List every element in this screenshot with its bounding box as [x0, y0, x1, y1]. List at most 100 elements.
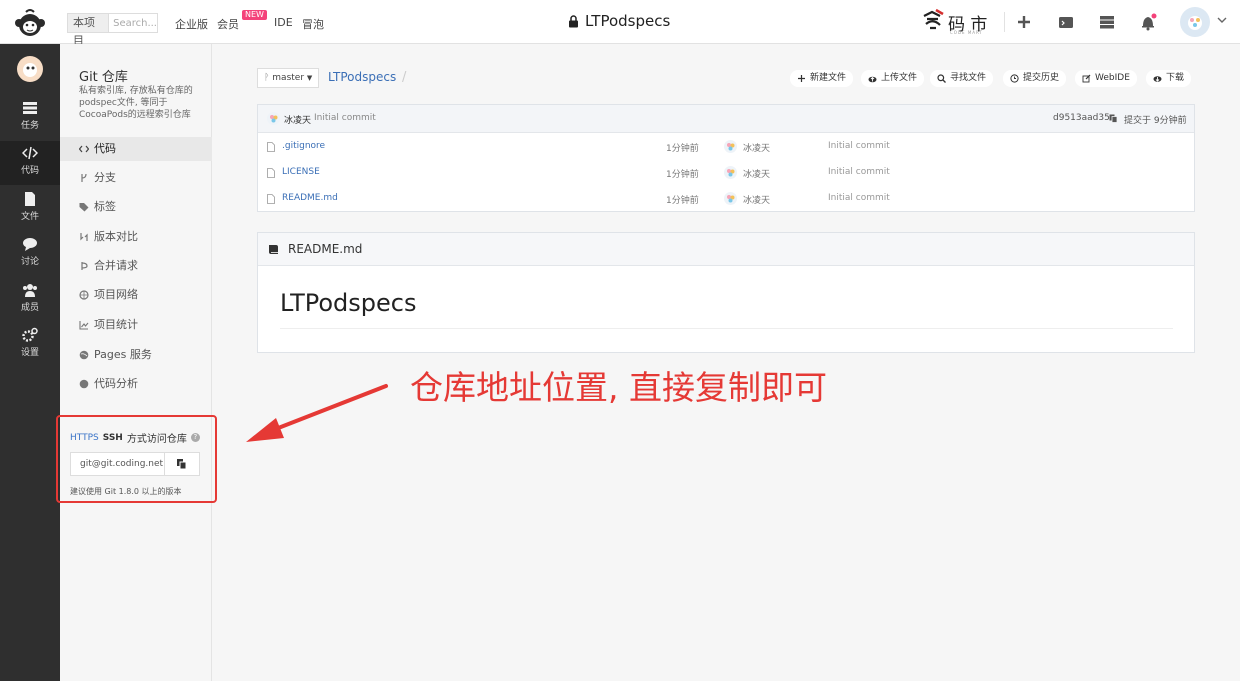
- nav-bubble[interactable]: 冒泡: [302, 16, 324, 32]
- table-row[interactable]: .gitignore 1分钟前 冰凌天 Initial commit: [258, 134, 1194, 160]
- commit-author[interactable]: 冰凌天: [284, 113, 311, 126]
- copy-url-button[interactable]: [165, 452, 200, 476]
- webide-button[interactable]: WebIDE: [1075, 70, 1137, 87]
- file-icon: [267, 168, 275, 178]
- project-avatar[interactable]: [17, 56, 43, 82]
- rail-item-label: 任务: [20, 121, 39, 131]
- codemart-logo[interactable]: 码 市 CODE MART: [922, 8, 994, 36]
- file-modified: 1分钟前: [666, 196, 699, 206]
- download-button[interactable]: 下载: [1146, 70, 1192, 87]
- avatar-image-icon: [1188, 16, 1202, 30]
- avatar-image-icon: [727, 195, 735, 203]
- server-icon[interactable]: [1097, 12, 1117, 32]
- chat-icon: [23, 238, 37, 251]
- commit-author-avatar[interactable]: [267, 112, 280, 125]
- top-bar: 本项目 Search... 企业版 会员 NEW IDE 冒泡 LTPodspe…: [0, 0, 1240, 47]
- search-icon: [937, 74, 946, 83]
- sidenav-item-branch[interactable]: 分支: [60, 166, 212, 190]
- code-icon: [79, 145, 89, 153]
- left-rail: 任务 代码 文件 讨论 成员 设置: [0, 44, 60, 681]
- file-author-avatar[interactable]: [724, 140, 737, 153]
- rail-item-tasks[interactable]: 任务: [0, 96, 60, 140]
- clone-url-input[interactable]: git@git.coding.net: [70, 452, 165, 476]
- file-author[interactable]: 冰凌天: [743, 141, 770, 154]
- sidenav-item-label: 项目统计: [94, 318, 138, 331]
- sidenav-item-pages[interactable]: Pages 服务: [60, 343, 212, 367]
- sidenav-item-label: Pages 服务: [94, 348, 152, 361]
- merge-request-icon: [81, 262, 88, 270]
- help-icon[interactable]: ?: [190, 433, 200, 442]
- file-author[interactable]: 冰凌天: [743, 193, 770, 206]
- rail-item-files[interactable]: 文件: [0, 187, 60, 231]
- find-file-button[interactable]: 寻找文件: [930, 70, 994, 87]
- sidenav-item-analysis[interactable]: 代码分析: [60, 372, 212, 396]
- project-search-input[interactable]: Search...: [109, 18, 157, 29]
- rail-item-members[interactable]: 成员: [0, 278, 60, 322]
- project-search-label: 本项目: [68, 14, 110, 47]
- file-icon: [267, 194, 275, 204]
- terminal-icon[interactable]: [1056, 12, 1076, 32]
- branch-name: master: [272, 73, 305, 83]
- analysis-icon: [79, 379, 89, 389]
- git-version-note: 建议使用 Git 1.8.0 以上的版本: [70, 487, 182, 496]
- sidenav-description: 私有索引库, 存放私有仓库的podspec文件, 等同于CocoaPods的远程…: [79, 86, 193, 120]
- last-commit-bar: 冰凌天 Initial commit d9513aad35 提交于 9分钟前: [258, 105, 1194, 133]
- readme-divider: [280, 328, 1173, 329]
- sidenav-item-label: 项目网络: [94, 288, 138, 301]
- new-file-label: 新建文件: [810, 73, 847, 83]
- branch-selector[interactable]: ᚹ master ▼: [257, 68, 319, 88]
- bell-icon[interactable]: [1138, 12, 1158, 32]
- network-icon: [79, 290, 89, 300]
- caret-down-icon: ▼: [306, 74, 313, 82]
- file-commit-message[interactable]: Initial commit: [828, 193, 890, 203]
- rail-item-settings[interactable]: 设置: [0, 323, 60, 367]
- sidenav-item-network[interactable]: 项目网络: [60, 283, 212, 307]
- commit-hash[interactable]: d9513aad35: [1053, 113, 1110, 123]
- sidenav-item-compare[interactable]: 版本对比: [60, 225, 212, 249]
- file-author[interactable]: 冰凌天: [743, 167, 770, 180]
- clone-tab-https[interactable]: HTTPS: [70, 433, 99, 443]
- project-search[interactable]: 本项目 Search...: [67, 13, 158, 47]
- page-title-text: LTPodspecs: [585, 12, 671, 30]
- file-name[interactable]: README.md: [282, 193, 338, 203]
- code-icon: [22, 146, 38, 160]
- readme-heading: LTPodspecs: [280, 289, 417, 317]
- user-avatar[interactable]: [1180, 7, 1210, 37]
- commit-message[interactable]: Initial commit: [314, 113, 376, 123]
- upload-file-button[interactable]: 上传文件: [861, 70, 925, 87]
- copy-icon[interactable]: [1109, 114, 1118, 123]
- repo-sidenav: Git 仓库 私有索引库, 存放私有仓库的podspec文件, 等同于Cocoa…: [60, 44, 212, 681]
- table-row[interactable]: README.md 1分钟前 冰凌天 Initial commit: [258, 186, 1194, 212]
- nav-ide[interactable]: IDE: [274, 16, 293, 29]
- new-file-button[interactable]: 新建文件: [790, 70, 854, 87]
- repo-name-link[interactable]: LTPodspecs: [328, 70, 396, 84]
- readme-filename: README.md: [288, 242, 363, 256]
- plus-icon[interactable]: [1014, 12, 1034, 32]
- sidenav-item-code[interactable]: 代码: [60, 137, 212, 161]
- rail-item-discussion[interactable]: 讨论: [0, 232, 60, 276]
- cloud-download-icon: [1153, 76, 1162, 82]
- file-name[interactable]: .gitignore: [282, 141, 325, 151]
- clone-tab-ssh[interactable]: SSH: [103, 433, 123, 443]
- file-commit-message[interactable]: Initial commit: [828, 167, 890, 177]
- codemart-mark-icon: [923, 8, 944, 30]
- monkey-logo-icon[interactable]: [12, 6, 48, 38]
- commit-history-button[interactable]: 提交历史: [1003, 70, 1067, 87]
- nav-enterprise[interactable]: 企业版: [175, 16, 208, 32]
- file-author-avatar[interactable]: [724, 192, 737, 205]
- file-list: 冰凌天 Initial commit d9513aad35 提交于 9分钟前 .…: [257, 104, 1195, 212]
- rail-item-code[interactable]: 代码: [0, 141, 60, 185]
- file-name[interactable]: LICENSE: [282, 167, 320, 177]
- stats-icon: [79, 321, 89, 330]
- sidenav-item-tag[interactable]: 标签: [60, 195, 212, 219]
- table-row[interactable]: LICENSE 1分钟前 冰凌天 Initial commit: [258, 160, 1194, 186]
- history-icon: [1010, 74, 1019, 83]
- chevron-down-icon[interactable]: [1216, 14, 1228, 26]
- file-commit-message[interactable]: Initial commit: [828, 141, 890, 151]
- sidenav-item-stats[interactable]: 项目统计: [60, 313, 212, 337]
- sidenav-item-merge-request[interactable]: 合并请求: [60, 254, 212, 278]
- download-label: 下载: [1166, 73, 1185, 83]
- nav-member[interactable]: 会员: [217, 16, 239, 32]
- file-author-avatar[interactable]: [724, 166, 737, 179]
- avatar-image-icon: [270, 115, 278, 123]
